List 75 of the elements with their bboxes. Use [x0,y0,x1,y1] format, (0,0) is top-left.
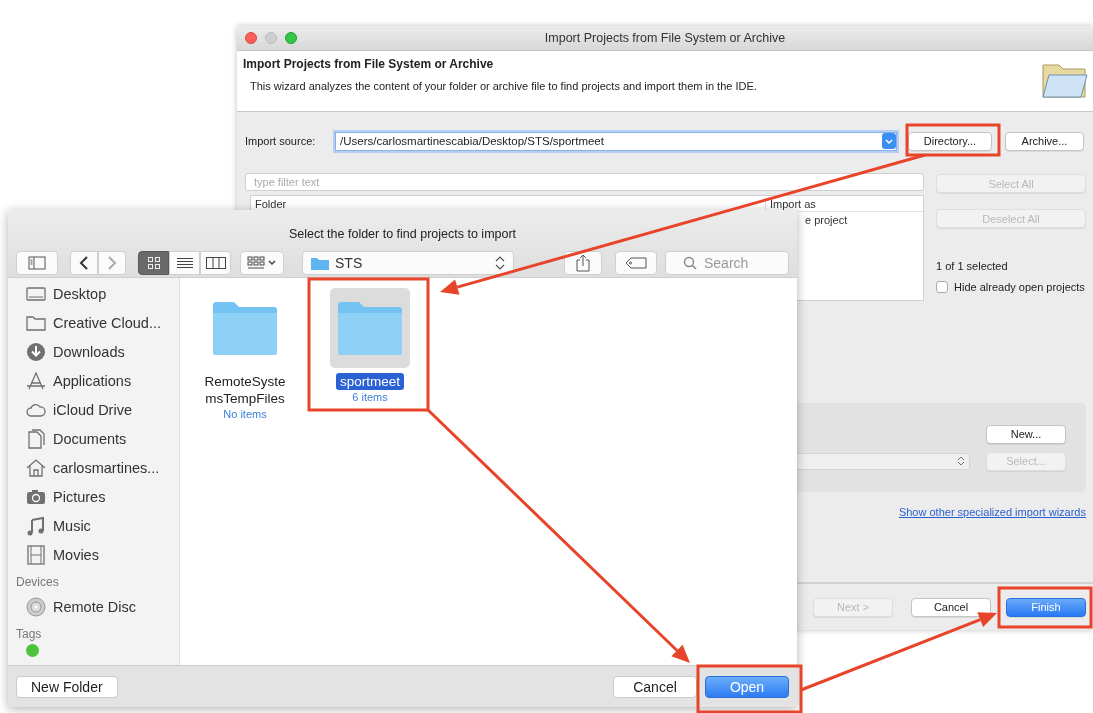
house-icon [26,457,46,478]
sidebar-icon [28,256,46,270]
filter-field[interactable]: type filter text [245,173,924,191]
share-button[interactable] [564,251,602,275]
download-icon [26,341,46,362]
column-header[interactable]: Import as [765,197,923,210]
sidebar-item[interactable]: Documents [26,424,179,453]
file-name[interactable]: sportmeet [336,373,404,390]
tag-icon [625,257,647,269]
minimize-window-button[interactable] [265,32,277,44]
checkbox[interactable] [936,281,948,293]
folder-tile[interactable] [330,288,410,368]
sidebar-item[interactable]: Downloads [26,337,179,366]
stepper-icon [957,455,965,467]
import-wizards-link[interactable]: Show other specialized import wizards [898,506,1086,518]
folder-icon [337,301,403,355]
sidebar-heading: Tags [16,627,43,643]
arrange-icon [247,256,277,270]
column-header[interactable]: Folder [251,197,765,210]
item-count: 6 items [352,391,388,403]
close-window-button[interactable] [245,32,257,44]
disc-icon [26,596,46,617]
search-field[interactable]: Search [665,251,789,275]
sidebar-item[interactable]: iCloud Drive [26,395,179,424]
folder-icon [311,256,329,270]
page-description: This wizard analyzes the content of your folder or archive file to find projects and import them in the IDE. [250,80,757,92]
back-button[interactable] [70,251,98,275]
dropdown-icon[interactable] [882,133,896,149]
sidebar-item[interactable]: Music [26,511,179,540]
sidebar-item[interactable]: Pictures [26,482,179,511]
columns-view-button[interactable] [200,251,231,275]
icons-view-button[interactable] [138,251,169,275]
search-icon [683,256,697,270]
grid-icon [146,256,161,270]
columns-icon [205,257,226,269]
list-view-button[interactable] [169,251,200,275]
sidebar-item[interactable]: Movies [26,540,179,569]
music-note-icon [26,515,46,536]
item-count: No items [223,408,267,420]
arrange-button[interactable] [240,251,284,275]
stepper-icon [495,256,505,270]
archive-button[interactable]: Archive... [1005,131,1084,151]
tag-dot[interactable] [26,644,39,657]
cancel-button[interactable]: Cancel [613,675,697,698]
sidebar-item[interactable]: carlosmartines... [26,453,179,482]
sidebar-item[interactable]: Desktop [26,279,179,308]
dialog-title: Select the folder to find projects to import [287,227,518,243]
import-source-combo[interactable]: /Users/carlosmartinescabia/Desktop/STS/sportmeet [335,131,897,151]
chevron-right-icon [107,256,117,270]
list-icon [176,257,193,269]
file-name[interactable]: RemoteSystemsTempFiles [199,373,291,407]
path-popup[interactable]: STS [302,251,514,275]
document-icon [26,428,46,449]
cancel-button[interactable]: Cancel [911,597,991,617]
new-folder-button[interactable]: New Folder [16,675,118,698]
page-title: Import Projects from File System or Archive [243,57,495,71]
field-label: Import source: [245,135,317,147]
window-title: Import Projects from File System or Archive [543,31,787,45]
sidebar-item[interactable]: Remote Disc [26,592,179,621]
folder-icon [212,301,278,355]
zoom-window-button[interactable] [285,32,297,44]
tag-button[interactable] [615,251,657,275]
table-cell-text: e project [804,213,849,226]
sidebar-toggle-button[interactable] [16,251,58,275]
sidebar-heading: Devices [16,575,60,591]
new-button[interactable]: New... [986,424,1066,444]
applications-icon [26,370,46,391]
film-icon [26,544,46,565]
selection-count: 1 of 1 selected [936,260,1009,272]
checkbox-label: Hide already open projects [954,281,1085,293]
sidebar-item[interactable]: Creative Cloud... [26,308,179,337]
chevron-left-icon [79,256,89,270]
sidebar-item[interactable]: Applications [26,366,179,395]
share-icon [576,254,590,272]
directory-button[interactable]: Directory... [908,131,992,151]
